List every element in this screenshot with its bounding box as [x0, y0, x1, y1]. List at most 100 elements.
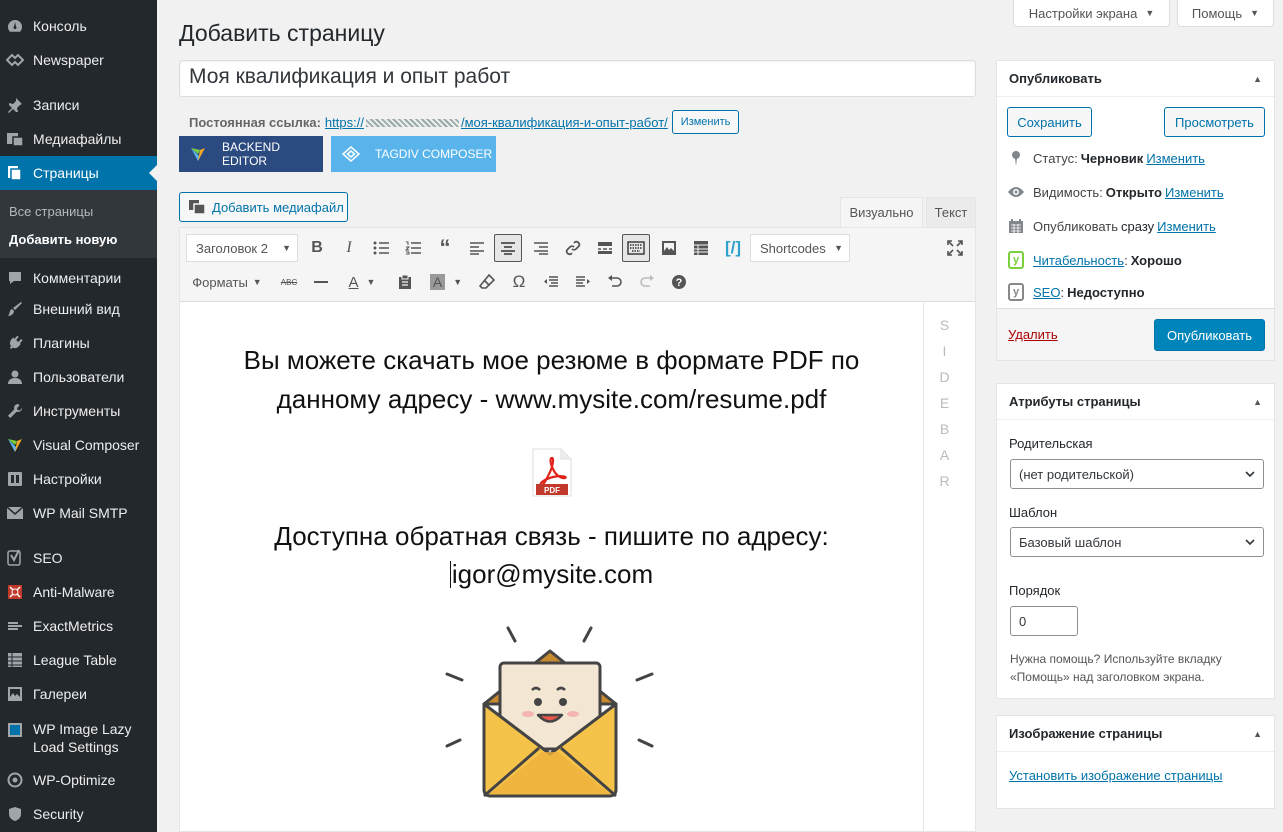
- editor-content-area[interactable]: Вы можете скачать мое резюме в формате P…: [180, 303, 923, 831]
- parent-select[interactable]: (нет родительской): [1010, 459, 1264, 489]
- sidebar-item-settings[interactable]: Настройки: [0, 462, 157, 496]
- sidebar-item-anti-malware[interactable]: Anti-Malware: [0, 575, 157, 609]
- edit-visibility-link[interactable]: Изменить: [1165, 185, 1224, 200]
- set-featured-image-link[interactable]: Установить изображение страницы: [1009, 768, 1222, 783]
- numbered-list-button[interactable]: [400, 234, 426, 262]
- permalink-link[interactable]: https:///моя-квалификация-и-опыт-работ/: [325, 115, 668, 130]
- block-format-select[interactable]: Заголовок 2 ▼: [186, 234, 298, 262]
- toolbar-toggle-button[interactable]: [622, 234, 650, 262]
- keyboard-icon: [627, 241, 645, 255]
- collapse-arrow-icon[interactable]: ▲: [1253, 729, 1262, 739]
- sidebar-item-pages[interactable]: Страницы: [0, 156, 157, 190]
- collapse-arrow-icon[interactable]: ▲: [1253, 397, 1262, 407]
- sidebar-item-tools[interactable]: Инструменты: [0, 394, 157, 428]
- screen-options-button[interactable]: Настройки экрана ▼: [1013, 0, 1170, 27]
- editor: Заголовок 2 ▼ B I “ [/] Shortcodes ▼ Фор…: [179, 227, 976, 832]
- bullet-list-button[interactable]: [368, 234, 394, 262]
- paste-text-button[interactable]: [392, 268, 418, 296]
- sidebar-item-label: Медиафайлы: [33, 131, 122, 147]
- sidebar-item-wp-optimize[interactable]: WP-Optimize: [0, 763, 157, 797]
- sidebar-item-label: WP Mail SMTP: [33, 505, 128, 521]
- indent-button[interactable]: [570, 268, 596, 296]
- italic-button[interactable]: I: [336, 234, 362, 262]
- tab-text[interactable]: Текст: [926, 197, 976, 227]
- shortcodes-select[interactable]: Shortcodes ▼: [750, 234, 850, 262]
- seo-link[interactable]: SEO: [1033, 285, 1060, 300]
- edit-publish-time-link[interactable]: Изменить: [1157, 219, 1216, 234]
- edit-status-link[interactable]: Изменить: [1146, 151, 1205, 166]
- align-left-button[interactable]: [464, 234, 490, 262]
- clipboard-icon: [399, 274, 411, 289]
- featured-image-header[interactable]: Изображение страницы ▲: [997, 716, 1274, 752]
- sidebar-item-users[interactable]: Пользователи: [0, 360, 157, 394]
- fullscreen-button[interactable]: [942, 234, 968, 262]
- sidebar-letter: S: [939, 317, 951, 333]
- undo-button[interactable]: [602, 268, 628, 296]
- align-center-button[interactable]: [494, 234, 522, 262]
- backend-editor-button[interactable]: BACKEND EDITOR: [179, 136, 323, 172]
- background-color-button[interactable]: A ▼: [424, 268, 468, 296]
- dashboard-icon: [5, 16, 25, 36]
- help-button[interactable]: Помощь ▼: [1177, 0, 1274, 27]
- special-character-button[interactable]: Ω: [506, 268, 532, 296]
- collapse-arrow-icon[interactable]: ▲: [1253, 74, 1262, 84]
- text-color-button[interactable]: A ▼: [340, 268, 384, 296]
- sidebar-item-wp-mail-smtp[interactable]: WP Mail SMTP: [0, 496, 157, 530]
- save-draft-button[interactable]: Сохранить: [1007, 107, 1092, 137]
- highlight-icon: A: [429, 274, 446, 290]
- publish-time-row: Опубликовать сразу Изменить: [1007, 217, 1216, 235]
- sidebar-item-label: Галереи: [33, 686, 87, 702]
- add-media-button[interactable]: Добавить медиафайл: [179, 192, 348, 222]
- submenu-all-pages[interactable]: Все страницы: [9, 204, 93, 219]
- publish-box-header[interactable]: Опубликовать ▲: [997, 61, 1274, 97]
- outdent-button[interactable]: [538, 268, 564, 296]
- caret-down-icon: ▼: [453, 277, 463, 287]
- bold-button[interactable]: B: [304, 234, 330, 262]
- post-title-input[interactable]: Моя квалификация и опыт работ: [179, 60, 976, 97]
- tagdiv-composer-button[interactable]: TAGDIV COMPOSER: [331, 136, 496, 172]
- sidebar-item-galleries[interactable]: Галереи: [0, 677, 157, 711]
- sidebar-letter: R: [939, 473, 951, 489]
- anti-malware-icon: [5, 582, 25, 602]
- featured-image-box: Изображение страницы ▲ Установить изобра…: [996, 715, 1275, 809]
- sidebar-item-dashboard[interactable]: Консоль: [0, 9, 157, 43]
- clear-formatting-button[interactable]: [474, 268, 500, 296]
- redo-button[interactable]: [634, 268, 660, 296]
- sidebar-item-visual-composer[interactable]: Visual Composer: [0, 428, 157, 462]
- sidebar-item-posts[interactable]: Записи: [0, 88, 157, 122]
- shortcode-button[interactable]: [/]: [720, 234, 746, 262]
- sidebar-item-security[interactable]: Security: [0, 797, 157, 831]
- strikethrough-button[interactable]: ABC: [276, 268, 302, 296]
- order-input[interactable]: 0: [1010, 606, 1078, 636]
- sidebar-item-wp-image-lazy-load[interactable]: WP Image Lazy Load Settings: [0, 712, 157, 756]
- sidebar-item-exactmetrics[interactable]: ExactMetrics: [0, 609, 157, 643]
- table-button[interactable]: [688, 234, 714, 262]
- delete-link[interactable]: Удалить: [1008, 327, 1058, 342]
- read-more-button[interactable]: [592, 234, 618, 262]
- sidebar-item-comments[interactable]: Комментарии: [0, 261, 157, 295]
- readability-link[interactable]: Читабельность: [1033, 253, 1124, 268]
- sidebar-item-media[interactable]: Медиафайлы: [0, 122, 157, 156]
- gallery-button[interactable]: [656, 234, 682, 262]
- blockquote-button[interactable]: “: [432, 234, 458, 262]
- exactmetrics-icon: [5, 616, 25, 636]
- permalink-edit-button[interactable]: Изменить: [671, 110, 740, 134]
- submenu-add-new[interactable]: Добавить новую: [9, 232, 117, 247]
- insert-link-button[interactable]: [560, 234, 586, 262]
- keyboard-shortcuts-button[interactable]: ?: [666, 268, 692, 296]
- align-right-button[interactable]: [528, 234, 554, 262]
- sidebar-item-plugins[interactable]: Плагины: [0, 326, 157, 360]
- sidebar-item-seo[interactable]: SEO: [0, 541, 157, 575]
- sidebar-item-label: SEO: [33, 550, 63, 566]
- template-select[interactable]: Базовый шаблон: [1010, 527, 1264, 557]
- page-attributes-header[interactable]: Атрибуты страницы ▲: [997, 384, 1274, 420]
- sidebar-item-appearance[interactable]: Внешний вид: [0, 292, 157, 326]
- preview-button[interactable]: Просмотреть: [1164, 107, 1265, 137]
- gallery-icon: [662, 241, 676, 255]
- sidebar-item-league-table[interactable]: League Table: [0, 643, 157, 677]
- publish-button[interactable]: Опубликовать: [1154, 319, 1265, 351]
- horizontal-line-button[interactable]: [308, 268, 334, 296]
- formats-select[interactable]: Форматы ▼: [186, 268, 268, 296]
- sidebar-item-newspaper[interactable]: Newspaper: [0, 43, 157, 77]
- tab-visual[interactable]: Визуально: [840, 197, 923, 227]
